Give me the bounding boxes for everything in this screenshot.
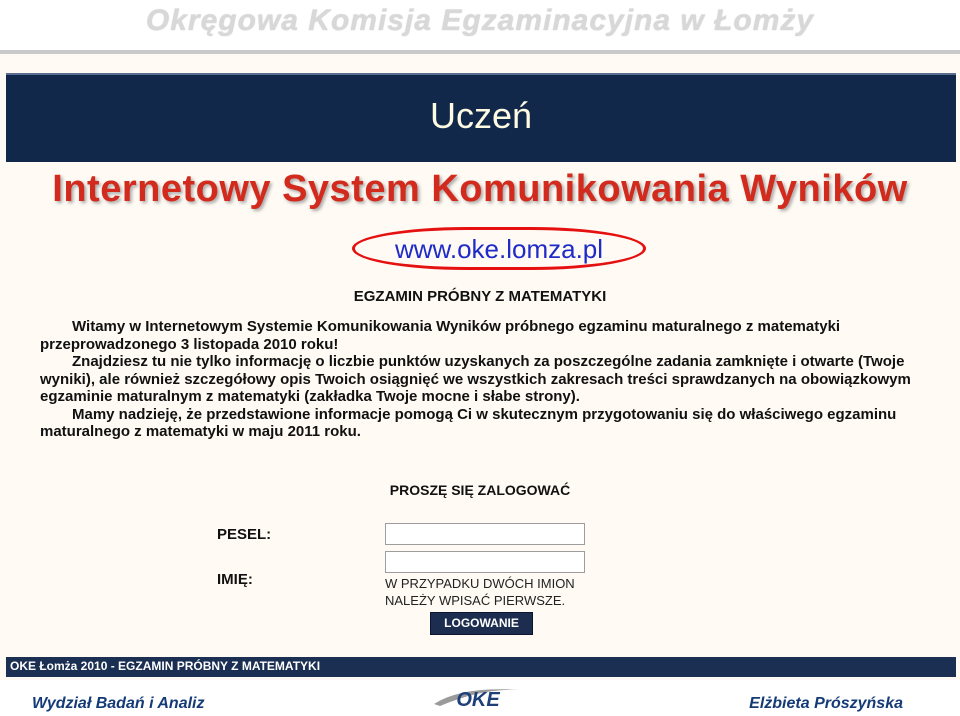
- name-hint-line-1: W PRZYPADKU DWÓCH IMION: [385, 576, 575, 591]
- oke-banner: Okręgowa Komisja Egzaminacyjna w Łomży: [0, 0, 960, 52]
- welcome-paragraph-1: Witamy w Internetowym Systemie Komunikow…: [40, 318, 841, 353]
- system-title: Internetowy System Komunikowania Wyników: [52, 168, 908, 210]
- name-hint: W PRZYPADKU DWÓCH IMION NALEŻY WPISAĆ PI…: [385, 575, 575, 609]
- login-button[interactable]: LOGOWANIE: [430, 612, 533, 635]
- footer-department: Wydział Badań i Analiz: [32, 695, 205, 712]
- welcome-paragraph-2: Znajdziesz tu nie tylko informację o lic…: [40, 353, 911, 405]
- name-input[interactable]: [385, 551, 585, 573]
- name-hint-line-2: NALEŻY WPISAĆ PIERWSZE.: [385, 593, 566, 608]
- pesel-label: PESEL:: [217, 526, 272, 543]
- footer-author: Elżbieta Prószyńska: [749, 695, 903, 712]
- status-bar-text: OKE Łomża 2010 - EGZAMIN PRÓBNY Z MATEMA…: [10, 659, 321, 673]
- login-heading: PROSZĘ SIĘ ZALOGOWAĆ: [389, 482, 571, 498]
- slide-title: Uczeń: [429, 95, 533, 136]
- welcome-paragraph-3: Mamy nadzieję, że przedstawione informac…: [40, 405, 897, 441]
- status-bar: OKE Łomża 2010 - EGZAMIN PRÓBNY Z MATEMA…: [6, 657, 956, 677]
- logo-text: OKE: [456, 689, 500, 711]
- site-url-link[interactable]: www.oke.lomza.pl: [352, 227, 646, 270]
- welcome-text: Witamy w Internetowym Systemie Komunikow…: [40, 318, 930, 441]
- name-label: IMIĘ:: [217, 571, 253, 588]
- banner-text: Okręgowa Komisja Egzaminacyjna w Łomży: [145, 4, 815, 37]
- exam-heading: EGZAMIN PRÓBNY Z MATEMATYKI: [353, 288, 607, 305]
- divider: [0, 50, 960, 54]
- pesel-input[interactable]: [385, 523, 585, 545]
- oke-logo-icon: OKE: [434, 689, 520, 711]
- slide-title-bar: Uczeń: [6, 73, 956, 162]
